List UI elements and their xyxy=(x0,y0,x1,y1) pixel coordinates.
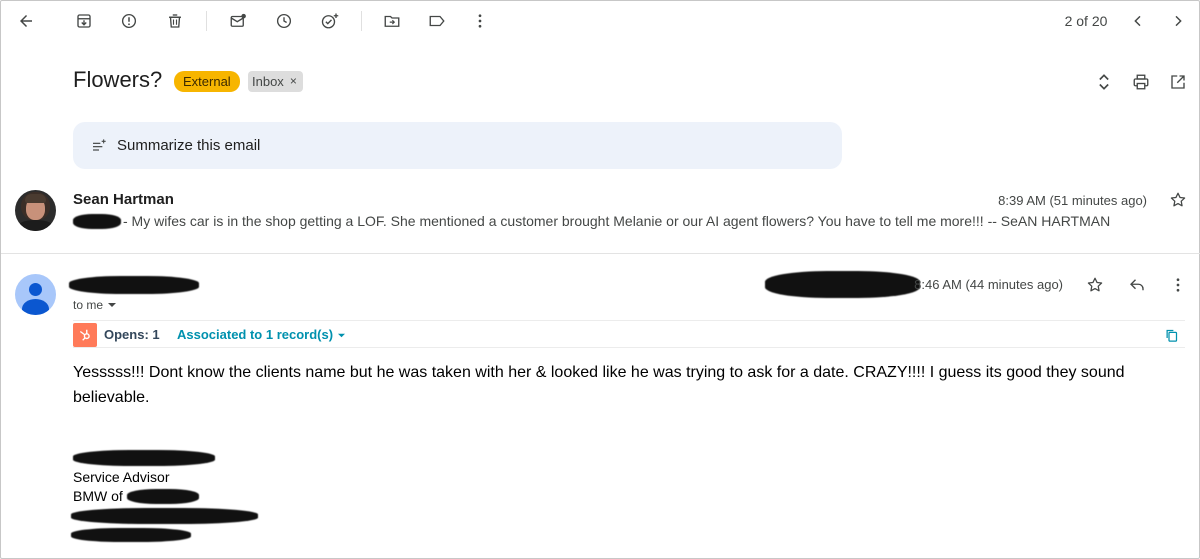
report-spam-icon[interactable] xyxy=(118,10,140,32)
mark-unread-icon[interactable] xyxy=(227,10,249,32)
message-snippet[interactable]: - My wifes car is in the shop getting a … xyxy=(123,213,1110,229)
delete-icon[interactable] xyxy=(164,10,186,32)
sender-name[interactable]: Sean Hartman xyxy=(73,191,174,208)
recipient-details[interactable]: to me xyxy=(73,298,117,312)
redacted-signature-name xyxy=(73,450,215,466)
summarize-email-button[interactable]: Summarize this email xyxy=(73,122,842,169)
back-arrow-icon[interactable] xyxy=(15,10,37,32)
sender-avatar[interactable] xyxy=(15,190,56,231)
pager-count: 2 of 20 xyxy=(1064,13,1108,29)
label-inbox[interactable]: Inbox × xyxy=(248,71,303,92)
print-icon[interactable] xyxy=(1130,71,1152,93)
recipient-label: to me xyxy=(73,298,104,312)
message-divider xyxy=(1,253,1200,254)
summarize-label: Summarize this email xyxy=(117,137,261,154)
label-icon[interactable] xyxy=(426,10,448,32)
star-icon[interactable] xyxy=(1084,274,1106,296)
associated-records-dropdown[interactable]: Associated to 1 record(s) xyxy=(177,327,346,342)
chevron-left-icon[interactable] xyxy=(1127,10,1149,32)
open-in-new-window-icon[interactable] xyxy=(1167,71,1189,93)
signature-company: BMW of xyxy=(73,488,123,504)
copy-icon[interactable] xyxy=(1161,325,1181,345)
redacted-dealership xyxy=(127,489,199,504)
label-inbox-text: Inbox xyxy=(252,74,284,89)
sender-avatar-default[interactable] xyxy=(15,274,56,315)
summarize-sparkle-icon xyxy=(91,138,107,154)
signature-title: Service Advisor xyxy=(73,469,170,485)
opens-count: Opens: 1 xyxy=(104,327,160,342)
email-subject: Flowers? xyxy=(73,67,163,92)
redacted-contact-line xyxy=(71,528,191,542)
chevron-down-icon[interactable] xyxy=(107,298,117,312)
label-external[interactable]: External xyxy=(174,71,240,92)
associated-records-label: Associated to 1 record(s) xyxy=(177,327,334,342)
snooze-icon[interactable] xyxy=(273,10,295,32)
star-icon[interactable] xyxy=(1167,189,1189,211)
email-window: 2 of 20 Flowers? External Inbox × Summar… xyxy=(0,0,1200,559)
redacted-name xyxy=(73,214,121,229)
add-task-icon[interactable] xyxy=(318,10,342,32)
redacted-sender-name xyxy=(69,276,199,294)
dropdown-caret-icon xyxy=(337,327,346,342)
remove-label-icon[interactable]: × xyxy=(290,71,297,92)
message-timestamp: 8:46 AM (44 minutes ago) xyxy=(914,277,1063,292)
message-body: Yesssss!!! Dont know the clients name bu… xyxy=(73,364,1125,406)
hubspot-tracking-bar: Opens: 1 Associated to 1 record(s) xyxy=(73,320,1185,348)
reply-icon[interactable] xyxy=(1126,274,1148,296)
chevron-right-icon[interactable] xyxy=(1167,10,1189,32)
message-timestamp: 8:39 AM (51 minutes ago) xyxy=(998,193,1147,208)
toolbar-divider xyxy=(206,11,207,31)
more-vert-icon[interactable] xyxy=(469,10,491,32)
archive-icon[interactable] xyxy=(73,10,95,32)
toolbar-divider xyxy=(361,11,362,31)
more-vert-icon[interactable] xyxy=(1167,274,1189,296)
move-to-icon[interactable] xyxy=(381,10,403,32)
hubspot-logo-icon xyxy=(73,323,97,347)
expand-all-icon[interactable] xyxy=(1093,70,1115,94)
redacted-contact-line xyxy=(71,508,258,524)
redacted-email-address xyxy=(765,271,920,298)
